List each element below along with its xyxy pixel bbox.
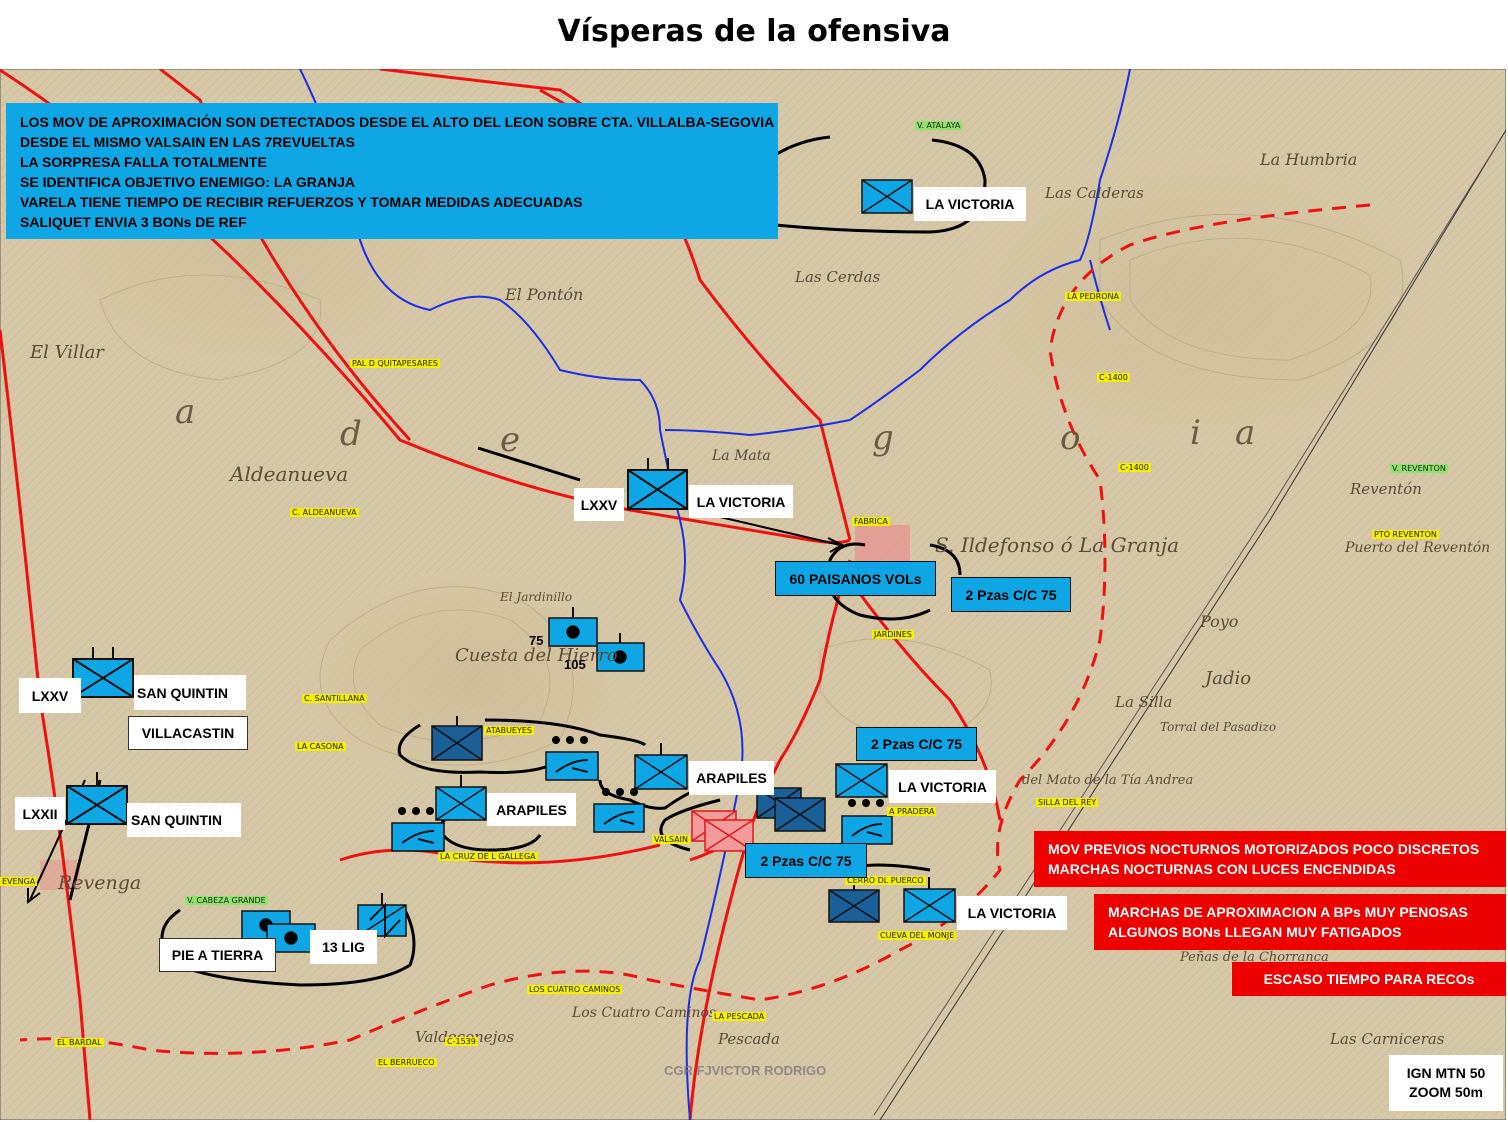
toponym: Puerto del Reventón <box>1345 540 1491 556</box>
toponym: Aldeanueva <box>230 462 349 486</box>
toponym: Las Carniceras <box>1330 1030 1445 1048</box>
toponym: Torral del Pasadizo <box>1160 720 1277 734</box>
toponym: Jadio <box>1205 668 1252 689</box>
place-label: LOS CUATRO CAMINOS <box>527 985 623 994</box>
antitank-symbol-1 <box>545 751 599 781</box>
place-label: ATABUEYES <box>484 726 535 735</box>
toponym-letter: a <box>1235 413 1256 453</box>
info-line: VARELA TIENE TIEMPO DE RECIBIR REFUERZOS… <box>20 194 583 210</box>
infantry-symbol-victoria-top <box>861 179 913 214</box>
toponym-letter: e <box>500 420 521 460</box>
toponym: del Mato de la Tía Andrea <box>1022 773 1194 788</box>
unit-label-lxxv: LXXV <box>574 488 624 521</box>
place-label: PTO REVENTON <box>1372 530 1439 539</box>
unit-label-la-victoria: LA VICTORIA <box>689 485 793 518</box>
place-label: CUEVA DEL MONJE <box>878 931 957 940</box>
place-label: C-1400 <box>1097 373 1130 382</box>
unit-label-pzas-cc75: 2 Pzas C/C 75 <box>951 577 1071 612</box>
map-title: Vísperas de la ofensiva <box>557 14 951 49</box>
place-label: C-1539 <box>445 1037 478 1046</box>
toponym: La Mata <box>712 448 771 464</box>
unit-label-la-victoria: LA VICTORIA <box>914 187 1026 221</box>
toponym-letter: a <box>175 392 196 432</box>
note-line: MARCHAS NOCTURNAS CON LUCES ENCENDIDAS <box>1048 861 1396 877</box>
unit-label-villacastin: VILLACASTIN <box>128 716 248 750</box>
place-label: A PRADERA <box>887 807 937 816</box>
note-escaso-tiempo: ESCASO TIEMPO PARA RECOs <box>1232 962 1506 996</box>
infantry-symbol-dark-valsain-2 <box>774 797 826 832</box>
infantry-symbol-victoria-right <box>835 763 888 798</box>
info-line: SE IDENTIFICA OBJETIVO ENEMIGO: LA GRANJ… <box>20 174 355 190</box>
place-label: V. CABEZA GRANDE <box>185 896 268 905</box>
place-label: PAL D QUITAPESARES <box>350 359 441 368</box>
source-line: IGN MTN 50 <box>1406 1065 1486 1081</box>
toponym: Poyo <box>1200 612 1239 631</box>
place-label: EL BARDAL <box>55 1038 104 1047</box>
note-line: ALGUNOS BONs LLEGAN MUY FATIGADOS <box>1108 924 1402 940</box>
source-box: IGN MTN 50 ZOOM 50m <box>1389 1055 1503 1111</box>
unit-label-arapiles: ARAPILES <box>487 793 576 826</box>
place-label: LA PEDRONA <box>1065 292 1122 301</box>
toponym: Revenga <box>58 872 142 894</box>
place-label: V. REVENTON <box>1390 464 1448 473</box>
toponym-letter: g <box>872 418 894 458</box>
place-label: LA CRUZ DE L GALLEGA <box>438 852 538 861</box>
unit-label-arapiles: ARAPILES <box>689 761 774 795</box>
info-line: SALIQUET ENVIA 3 BONs DE REF <box>20 214 247 230</box>
place-label: V. ATALAYA <box>915 121 963 130</box>
place-label: FABRICA <box>852 517 890 526</box>
toponym: La Silla <box>1115 693 1173 711</box>
place-label: C. ALDEANUEVA <box>290 508 359 517</box>
toponym: Las Cerdas <box>795 268 881 286</box>
place-label: C-1400 <box>1118 463 1151 472</box>
antitank-symbol-2 <box>391 822 445 852</box>
toponym-letter: d <box>340 414 362 454</box>
unit-label-la-victoria: LA VICTORIA <box>957 896 1067 930</box>
note-line: MOV PREVIOS NOCTURNOS MOTORIZADOS POCO D… <box>1048 841 1480 857</box>
artillery-label-105: 105 <box>564 657 586 672</box>
source-line: ZOOM 50m <box>1409 1084 1483 1100</box>
toponym: El Pontón <box>505 285 584 304</box>
toponym: Los Cuatro Caminos <box>572 1005 717 1021</box>
place-label: C. SANTILLANA <box>302 694 367 703</box>
toponym-letter: i <box>1190 413 1201 453</box>
note-mov-previos: MOV PREVIOS NOCTURNOS MOTORIZADOS POCO D… <box>1034 831 1506 887</box>
place-label: LA CASONA <box>295 742 346 751</box>
info-line: LA SORPRESA FALLA TOTALMENTE <box>20 154 267 170</box>
toponym: S. Ildefonso ó La Granja <box>935 533 1180 557</box>
unit-label-lxxii: LXXII <box>15 797 65 830</box>
unit-label-san-quintin: SAN QUINTIN <box>127 803 241 837</box>
toponym: Pescada <box>718 1030 780 1048</box>
place-label: JARDINES <box>872 630 914 639</box>
place-label: VALSAIN <box>652 835 690 844</box>
info-line: LOS MOV DE APROXIMACIÓN SON DETECTADOS D… <box>20 114 775 130</box>
artillery-label-75: 75 <box>529 633 544 648</box>
place-label: EL BERRUECO <box>376 1058 437 1067</box>
place-label: SILLA DEL REY <box>1036 798 1099 807</box>
toponym: Cuesta del Hierro <box>455 645 618 666</box>
unit-label-pzas-cc75: 2 Pzas C/C 75 <box>745 843 867 878</box>
place-label: LA PESCADA <box>712 1012 767 1021</box>
note-line: MARCHAS DE APROXIMACION A BPs MUY PENOSA… <box>1108 904 1468 920</box>
note-marchas: MARCHAS DE APROXIMACION A BPs MUY PENOSA… <box>1094 894 1506 950</box>
toponym: El Villar <box>30 342 104 363</box>
place-label: EVENGA <box>0 877 38 886</box>
info-box: LOS MOV DE APROXIMACIÓN SON DETECTADOS D… <box>6 103 778 239</box>
toponym: Las Calderas <box>1045 184 1144 202</box>
unit-label-pzas-cc75: 2 Pzas C/C 75 <box>856 727 977 761</box>
toponym: El Jardinillo <box>500 590 573 604</box>
antitank-symbol-3 <box>593 803 645 833</box>
toponym: La Humbria <box>1260 150 1358 169</box>
toponym: Reventón <box>1350 480 1422 498</box>
credit-watermark: CGR FJVICTOR RODRIGO <box>664 1063 827 1078</box>
unit-label-lxxv-left: LXXV <box>19 678 81 713</box>
unit-label-pie-a-tierra: PIE A TIERRA <box>159 938 276 972</box>
unit-label-san-quintin: SAN QUINTIN <box>134 675 246 710</box>
unit-label-13-lig: 13 LIG <box>310 930 377 964</box>
info-line: DESDE EL MISMO VALSAIN EN LAS 7REVUELTAS <box>20 134 356 150</box>
antitank-symbol-4 <box>841 815 893 845</box>
toponym-letter: o <box>1060 418 1081 458</box>
unit-label-la-victoria: LA VICTORIA <box>889 770 996 803</box>
unit-label-paisanos: 60 PAISANOS VOLs <box>775 561 936 596</box>
